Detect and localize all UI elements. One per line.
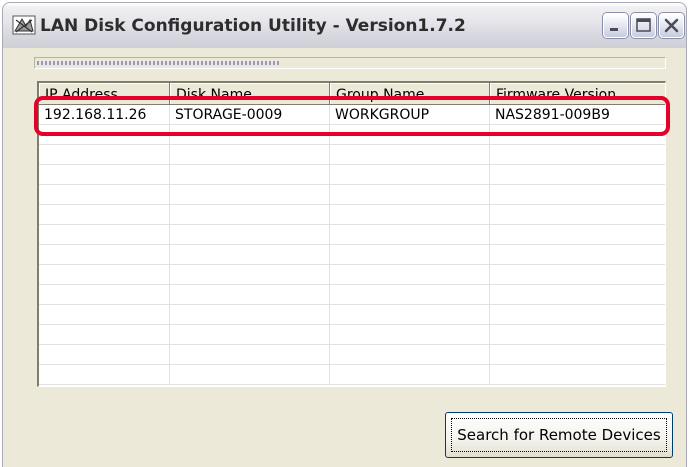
empty-cell <box>490 165 665 184</box>
empty-cell <box>170 365 330 384</box>
empty-row <box>39 365 665 385</box>
empty-cell <box>39 165 170 184</box>
empty-cell <box>330 205 490 224</box>
maximize-icon <box>636 18 651 32</box>
cell-disk-name: STORAGE-0009 <box>170 105 330 124</box>
empty-row <box>39 185 665 205</box>
empty-row <box>39 165 665 185</box>
empty-row <box>39 265 665 285</box>
empty-cell <box>39 145 170 164</box>
empty-row <box>39 305 665 325</box>
close-icon <box>664 18 679 33</box>
list-rows: 192.168.11.26 STORAGE-0009 WORKGROUP NAS… <box>39 105 665 385</box>
empty-cell <box>330 265 490 284</box>
empty-cell <box>330 145 490 164</box>
empty-cell <box>490 245 665 264</box>
window-title: LAN Disk Configuration Utility - Version… <box>40 16 466 36</box>
empty-cell <box>170 125 330 144</box>
empty-cell <box>330 185 490 204</box>
empty-cell <box>170 265 330 284</box>
device-list[interactable]: IP Address Disk Name Group Name Firmware… <box>37 81 666 387</box>
empty-cell <box>490 285 665 304</box>
empty-row <box>39 145 665 165</box>
empty-cell <box>490 125 665 144</box>
empty-row <box>39 125 665 145</box>
search-remote-devices-button[interactable]: Search for Remote Devices <box>445 412 673 458</box>
empty-cell <box>39 225 170 244</box>
empty-cell <box>170 285 330 304</box>
empty-cell <box>330 345 490 364</box>
cell-ip-address: 192.168.11.26 <box>39 105 170 124</box>
minimize-button[interactable] <box>603 13 628 38</box>
empty-cell <box>39 185 170 204</box>
empty-cell <box>39 125 170 144</box>
empty-row <box>39 205 665 225</box>
empty-cell <box>490 365 665 384</box>
empty-cell <box>330 325 490 344</box>
empty-cell <box>39 325 170 344</box>
empty-cell <box>170 245 330 264</box>
empty-cell <box>170 305 330 324</box>
column-header-firmware-version[interactable]: Firmware Version <box>490 83 665 105</box>
empty-cell <box>490 185 665 204</box>
empty-cell <box>330 125 490 144</box>
empty-cell <box>330 365 490 384</box>
empty-cell <box>170 145 330 164</box>
progress-fill <box>37 61 281 65</box>
empty-cell <box>39 265 170 284</box>
empty-row <box>39 285 665 305</box>
list-header: IP Address Disk Name Group Name Firmware… <box>39 83 665 105</box>
column-header-ip-address[interactable]: IP Address <box>39 83 170 105</box>
empty-cell <box>39 245 170 264</box>
empty-cell <box>330 305 490 324</box>
empty-row <box>39 345 665 365</box>
app-window: LAN Disk Configuration Utility - Version… <box>0 0 689 467</box>
empty-cell <box>39 365 170 384</box>
title-bar[interactable]: LAN Disk Configuration Utility - Version… <box>2 2 687 48</box>
empty-cell <box>39 345 170 364</box>
empty-cell <box>490 145 665 164</box>
empty-cell <box>490 205 665 224</box>
empty-cell <box>39 285 170 304</box>
empty-cell <box>170 185 330 204</box>
empty-cell <box>170 165 330 184</box>
empty-cell <box>330 165 490 184</box>
column-header-disk-name[interactable]: Disk Name <box>170 83 330 105</box>
empty-cell <box>330 225 490 244</box>
empty-cell <box>490 225 665 244</box>
empty-cell <box>170 325 330 344</box>
empty-row <box>39 225 665 245</box>
empty-row <box>39 245 665 265</box>
cell-firmware-version: NAS2891-009B9 <box>495 107 610 123</box>
empty-cell <box>39 205 170 224</box>
close-button[interactable] <box>659 13 684 38</box>
search-progress-bar <box>34 57 666 69</box>
empty-cell <box>490 345 665 364</box>
column-header-group-name[interactable]: Group Name <box>330 83 490 105</box>
empty-cell <box>330 245 490 264</box>
maximize-button[interactable] <box>631 13 656 38</box>
device-row[interactable]: 192.168.11.26 STORAGE-0009 WORKGROUP NAS… <box>39 105 665 125</box>
empty-cell <box>170 225 330 244</box>
empty-cell <box>170 345 330 364</box>
empty-row <box>39 325 665 345</box>
empty-cell <box>490 305 665 324</box>
empty-cell <box>490 265 665 284</box>
cell-group-name: WORKGROUP <box>330 105 490 124</box>
empty-cell <box>490 325 665 344</box>
minimize-icon <box>610 28 618 31</box>
empty-cell <box>170 205 330 224</box>
empty-cell <box>330 285 490 304</box>
empty-cell <box>39 305 170 324</box>
network-tool-icon <box>12 15 36 35</box>
search-button-label: Search for Remote Devices <box>451 418 667 452</box>
